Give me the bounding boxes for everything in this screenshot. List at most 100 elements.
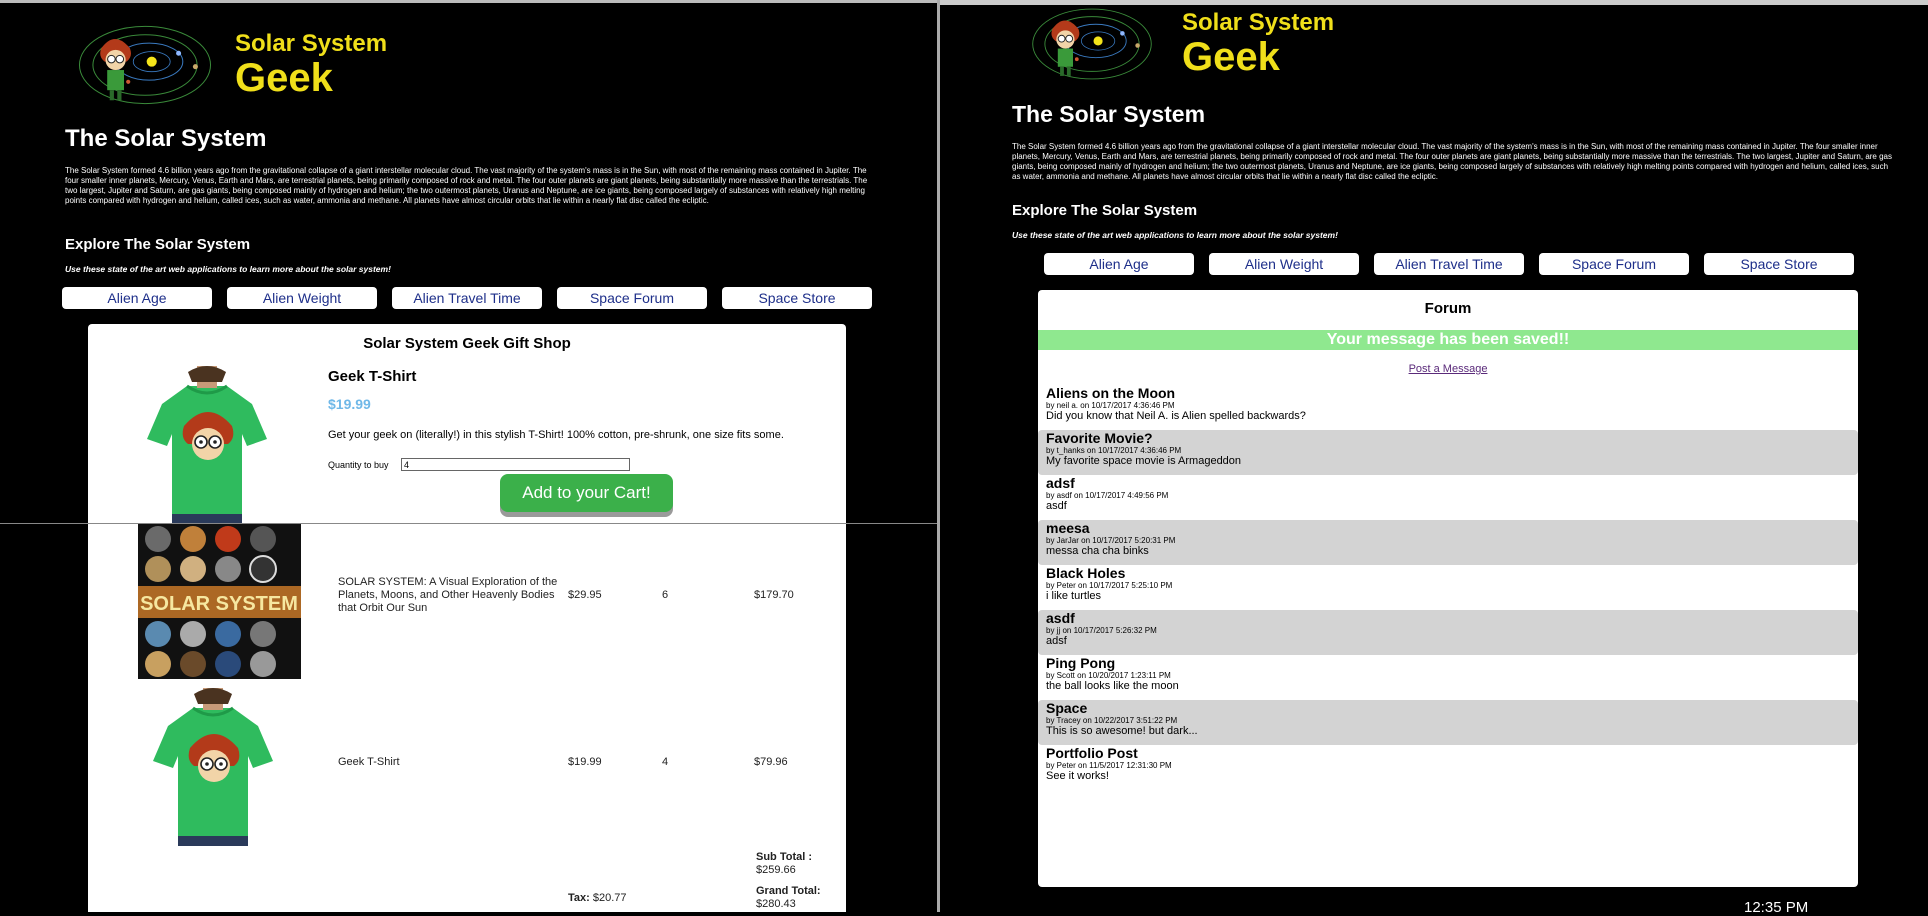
nav-bar: Alien Age Alien Weight Alien Travel Time… — [62, 287, 887, 309]
brand-line-1: Solar System — [235, 30, 388, 57]
brand-line-2: Geek — [235, 56, 333, 100]
subtotal-label: Sub Total : — [756, 851, 813, 863]
brand-line-2: Geek — [1182, 35, 1280, 79]
nav-space-store[interactable]: Space Store — [722, 287, 872, 309]
forum-post[interactable]: meesa by JarJar on 10/17/2017 5:20:31 PM… — [1038, 520, 1858, 565]
brand-text: Solar System Geek — [1182, 9, 1335, 79]
site-logo[interactable]: Solar System Geek — [63, 23, 387, 107]
page-title: The Solar System — [65, 125, 267, 152]
forum-card: Forum Your message has been saved!! Post… — [1038, 290, 1858, 887]
forum-post[interactable]: Portfolio Post by Peter on 11/5/2017 12:… — [1038, 745, 1858, 790]
grand-total-value: $280.43 — [756, 898, 796, 910]
left-window-bottom: SOLAR SYSTEM SOLAR SYSTEM: A Visual Expl… — [0, 523, 937, 912]
forum-post[interactable]: adsf by asdf on 10/17/2017 4:49:56 PM as… — [1038, 475, 1858, 520]
nav-space-forum[interactable]: Space Forum — [557, 287, 707, 309]
product-name: Geek T-Shirt — [328, 368, 417, 385]
cart-item-total: $79.96 — [754, 756, 788, 768]
nav-alien-travel-time[interactable]: Alien Travel Time — [1374, 253, 1524, 275]
nav-space-forum[interactable]: Space Forum — [1539, 253, 1689, 275]
page-title: The Solar System — [1012, 101, 1206, 127]
post-message-link[interactable]: Post a Message — [1038, 363, 1858, 375]
tax-value: $20.77 — [592, 892, 627, 904]
grand-total-label: Grand Total: — [756, 885, 821, 897]
forum-post[interactable]: Aliens on the Moon by neil a. on 10/17/2… — [1038, 385, 1858, 430]
intro-paragraph: The Solar System formed 4.6 billion year… — [65, 166, 868, 205]
cart-item-price: $19.99 — [568, 756, 602, 768]
post-body: This is so awesome! but dark... — [1046, 725, 1198, 737]
brand-line-1: Solar System — [1182, 9, 1335, 36]
logo-art-icon — [1010, 6, 1174, 82]
nav-alien-travel-time[interactable]: Alien Travel Time — [392, 287, 542, 309]
post-title: Aliens on the Moon — [1046, 385, 1176, 401]
add-to-cart-button[interactable]: Add to your Cart! — [500, 474, 673, 512]
saved-message-banner: Your message has been saved!! — [1038, 330, 1858, 350]
explore-heading: Explore The Solar System — [65, 236, 251, 253]
site-logo[interactable]: Solar System Geek — [1010, 6, 1334, 82]
brand-text: Solar System Geek — [235, 30, 388, 100]
tshirt-image — [148, 686, 278, 846]
post-body: asdf — [1046, 500, 1067, 512]
right-window: Solar System Geek The Solar System The S… — [937, 0, 1928, 912]
taskbar-clock[interactable]: 12:35 PM — [1744, 899, 1808, 916]
post-meta: by neil a. on 10/17/2017 4:36:46 PM — [1046, 401, 1175, 410]
gift-shop-card: Solar System Geek Gift Shop Geek T-Shirt… — [88, 324, 846, 523]
intro-paragraph: The Solar System formed 4.6 billion year… — [1012, 142, 1892, 181]
nav-alien-age[interactable]: Alien Age — [62, 287, 212, 309]
nav-space-store[interactable]: Space Store — [1704, 253, 1854, 275]
post-meta: by Peter on 11/5/2017 12:31:30 PM — [1046, 761, 1172, 770]
forum-post[interactable]: Space by Tracey on 10/22/2017 3:51:22 PM… — [1038, 700, 1858, 745]
forum-post[interactable]: Black Holes by Peter on 10/17/2017 5:25:… — [1038, 565, 1858, 610]
post-title: Black Holes — [1046, 565, 1126, 581]
product-price: $19.99 — [328, 396, 371, 412]
forum-post[interactable]: Favorite Movie? by t_hanks on 10/17/2017… — [1038, 430, 1858, 475]
post-body: adsf — [1046, 635, 1067, 647]
cart-item-price: $29.95 — [568, 589, 602, 601]
tagline: Use these state of the art web applicati… — [65, 264, 391, 274]
nav-alien-weight[interactable]: Alien Weight — [1209, 253, 1359, 275]
book-cover-image: SOLAR SYSTEM — [138, 524, 301, 679]
post-title: Portfolio Post — [1046, 745, 1138, 761]
post-body: Did you know that Neil A. is Alien spell… — [1046, 410, 1306, 422]
explore-heading: Explore The Solar System — [1012, 202, 1198, 219]
shop-title: Solar System Geek Gift Shop — [363, 335, 571, 352]
nav-bar: Alien Age Alien Weight Alien Travel Time… — [1044, 253, 1869, 275]
cart-item-qty: 4 — [662, 756, 669, 768]
post-meta: by t_hanks on 10/17/2017 4:36:46 PM — [1046, 446, 1182, 455]
post-title: asdf — [1046, 610, 1075, 626]
post-list: Aliens on the Moon by neil a. on 10/17/2… — [1038, 385, 1858, 790]
post-meta: by JarJar on 10/17/2017 5:20:31 PM — [1046, 536, 1176, 545]
post-meta: by Peter on 10/17/2017 5:25:10 PM — [1046, 581, 1173, 590]
forum-title: Forum — [1424, 300, 1472, 317]
post-meta: by jj on 10/17/2017 5:26:32 PM — [1046, 626, 1157, 635]
cart-row: Geek T-Shirt $19.99 4 $79.96 — [88, 684, 846, 849]
post-body: See it works! — [1046, 770, 1109, 782]
left-window-top: Solar System Geek The Solar System The S… — [0, 0, 937, 523]
cart-card: SOLAR SYSTEM SOLAR SYSTEM: A Visual Expl… — [88, 524, 846, 912]
nav-alien-age[interactable]: Alien Age — [1044, 253, 1194, 275]
post-meta: by asdf on 10/17/2017 4:49:56 PM — [1046, 491, 1169, 500]
cart-item-qty: 6 — [662, 589, 669, 601]
forum-post[interactable]: asdf by jj on 10/17/2017 5:26:32 PM adsf — [1038, 610, 1858, 655]
quantity-label: Quantity to buy — [328, 460, 389, 470]
tshirt-image — [142, 364, 272, 523]
post-title: Ping Pong — [1046, 655, 1116, 671]
tax-block: Tax: $20.77 — [568, 892, 627, 905]
logo-art-icon — [63, 23, 227, 107]
nav-alien-weight[interactable]: Alien Weight — [227, 287, 377, 309]
post-title: adsf — [1046, 475, 1075, 491]
cart-item-total: $179.70 — [754, 589, 794, 601]
cart-row: SOLAR SYSTEM SOLAR SYSTEM: A Visual Expl… — [88, 524, 846, 684]
post-body: the ball looks like the moon — [1046, 680, 1179, 692]
post-title: Space — [1046, 700, 1088, 716]
post-body: messa cha cha binks — [1046, 545, 1149, 557]
post-title: Favorite Movie? — [1046, 430, 1153, 446]
forum-post[interactable]: Ping Pong by Scott on 10/20/2017 1:23:11… — [1038, 655, 1858, 700]
quantity-input[interactable] — [401, 458, 630, 471]
subtotal-block: Sub Total : $259.66 — [756, 851, 812, 877]
product-description: Get your geek on (literally!) in this st… — [328, 429, 784, 441]
tagline: Use these state of the art web applicati… — [1012, 230, 1338, 240]
book-cover-title: SOLAR SYSTEM — [140, 593, 298, 615]
post-meta: by Tracey on 10/22/2017 3:51:22 PM — [1046, 716, 1178, 725]
post-title: meesa — [1046, 520, 1090, 536]
tax-label: Tax: — [568, 892, 590, 904]
